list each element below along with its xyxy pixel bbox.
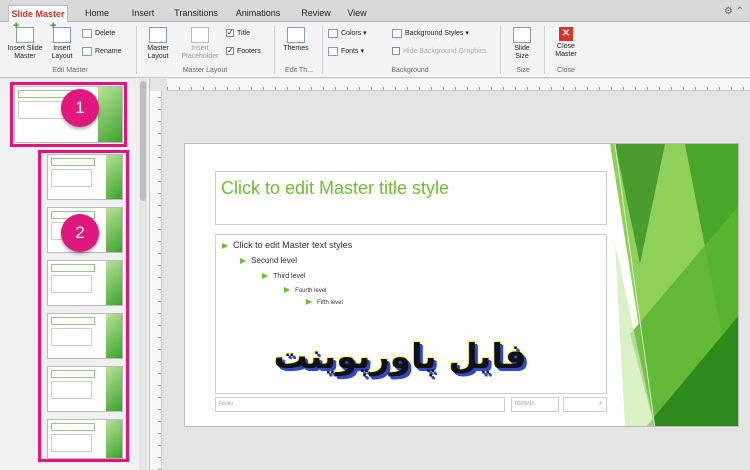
overlay-persian-text: فایل پاورپوینت: [273, 337, 527, 377]
text-level-1-label: Click to edit Master text styles: [233, 240, 353, 250]
master-layout-label: Master Layout: [147, 45, 169, 60]
tab-insert[interactable]: Insert: [126, 5, 160, 22]
tab-home[interactable]: Home: [80, 5, 114, 22]
ribbon-options-icon[interactable]: ⚙ ⌃: [724, 6, 744, 17]
highlight-box-layouts: [38, 150, 129, 462]
background-styles-button[interactable]: Background Styles ▾: [392, 28, 469, 39]
close-icon: ✕: [559, 27, 573, 41]
ribbon-separator: [136, 26, 137, 74]
date-placeholder[interactable]: 00/00/15: [511, 397, 559, 412]
step-badge-2: 2: [61, 214, 99, 252]
footer-placeholder[interactable]: Footer: [215, 397, 505, 412]
title-placeholder[interactable]: Click to edit Master title style: [215, 171, 607, 225]
text-level-3: ▶ Third level: [262, 271, 305, 280]
background-styles-label: Background Styles: [405, 30, 464, 37]
bullet-arrow-icon: ▶: [306, 297, 313, 306]
insert-layout-button[interactable]: Insert Layout: [48, 22, 76, 61]
delete-button[interactable]: Delete: [82, 28, 115, 39]
text-level-4-label: Fourth level: [295, 288, 327, 294]
tab-animations[interactable]: Animations: [232, 5, 284, 22]
themes-button[interactable]: Themes: [280, 27, 312, 53]
insert-placeholder-label: Insert Placeholder: [181, 45, 219, 60]
slide-size-icon: [513, 27, 531, 43]
insert-slide-master-icon: [13, 22, 34, 43]
background-styles-icon: [392, 28, 402, 38]
group-label-size: Size: [516, 67, 530, 74]
group-label-edit-master: Edit Master: [52, 67, 88, 74]
text-level-4: ▶ Fourth level: [284, 285, 327, 294]
colors-label: Colors: [341, 30, 362, 37]
close-master-button[interactable]: ✕ Close Master: [550, 27, 582, 59]
footers-checkbox[interactable]: Footers: [226, 45, 261, 57]
step-badge-1: 1: [61, 89, 99, 127]
rename-icon: [82, 46, 92, 56]
tab-review[interactable]: Review: [296, 5, 336, 22]
group-label-background: Background: [391, 67, 429, 74]
scrollbar-thumb[interactable]: [140, 81, 146, 201]
ribbon-separator: [544, 26, 545, 74]
master-layout-button[interactable]: Master Layout: [142, 27, 174, 61]
fonts-label: Fonts: [341, 48, 359, 55]
slide-size-label: Slide Size: [514, 45, 530, 60]
group-label-close: Close: [557, 67, 575, 74]
insert-slide-master-label: Insert Slide Master: [7, 45, 43, 60]
insert-placeholder-icon: [191, 27, 209, 43]
insert-placeholder-button[interactable]: Insert Placeholder: [180, 27, 220, 61]
tab-view[interactable]: View: [342, 5, 372, 22]
hide-background-check-icon: [392, 47, 400, 56]
slide-size-button[interactable]: Slide Size: [508, 27, 536, 61]
delete-icon: [82, 28, 92, 38]
text-level-3-label: Third level: [273, 273, 306, 280]
insert-slide-master-button[interactable]: Insert Slide Master: [4, 22, 46, 61]
tab-transitions[interactable]: Transitions: [170, 5, 222, 22]
ribbon-tab-bar: Slide Master Home Insert Transitions Ani…: [0, 0, 750, 22]
vertical-ruler: [150, 91, 162, 470]
themes-label: Themes: [283, 45, 309, 52]
group-label-edit-theme: Edit Th...: [285, 67, 313, 74]
text-level-5-label: Fifth level: [317, 300, 343, 306]
text-level-2: ▶ Second level: [240, 256, 297, 265]
footers-check-icon: [226, 45, 234, 56]
title-check-icon: [226, 27, 234, 38]
horizontal-ruler: [167, 79, 750, 91]
ribbon-separator: [322, 26, 323, 74]
ribbon-separator: [274, 26, 275, 74]
insert-layout-label: Insert Layout: [51, 45, 73, 60]
fonts-icon: [328, 46, 338, 56]
bullet-arrow-icon: ▶: [262, 271, 269, 280]
delete-label: Delete: [95, 30, 116, 37]
master-layout-icon: [149, 27, 167, 43]
rename-button[interactable]: Rename: [82, 46, 121, 57]
bullet-arrow-icon: ▶: [240, 256, 247, 265]
colors-icon: [328, 28, 338, 38]
themes-icon: [287, 27, 305, 43]
footers-check-label: Footers: [237, 48, 261, 55]
hide-background-graphics-checkbox[interactable]: Hide Background Graphics: [392, 46, 487, 57]
bullet-arrow-icon: ▶: [284, 285, 291, 294]
text-level-1: ▶ Click to edit Master text styles: [222, 240, 352, 250]
bullet-arrow-icon: ▶: [222, 241, 229, 250]
rename-label: Rename: [95, 48, 122, 55]
master-title-text: Click to edit Master title style: [221, 178, 450, 198]
group-label-master-layout: Master Layout: [182, 67, 228, 74]
title-checkbox[interactable]: Title: [226, 27, 250, 39]
insert-layout-icon: [50, 22, 71, 43]
text-level-2-label: Second level: [251, 256, 297, 265]
close-master-label: Close Master: [555, 43, 577, 58]
slide-number-placeholder[interactable]: #: [563, 397, 607, 412]
colors-button[interactable]: Colors ▾: [328, 28, 367, 39]
fonts-button[interactable]: Fonts ▾: [328, 46, 364, 57]
text-level-5: ▶ Fifth level: [306, 297, 343, 306]
ribbon-separator: [500, 26, 501, 74]
thumbnail-scrollbar[interactable]: [139, 79, 147, 470]
ribbon: Insert Slide Master Insert Layout Delete…: [0, 22, 750, 78]
hide-background-label: Hide Background Graphics: [403, 48, 487, 55]
title-check-label: Title: [237, 30, 250, 37]
